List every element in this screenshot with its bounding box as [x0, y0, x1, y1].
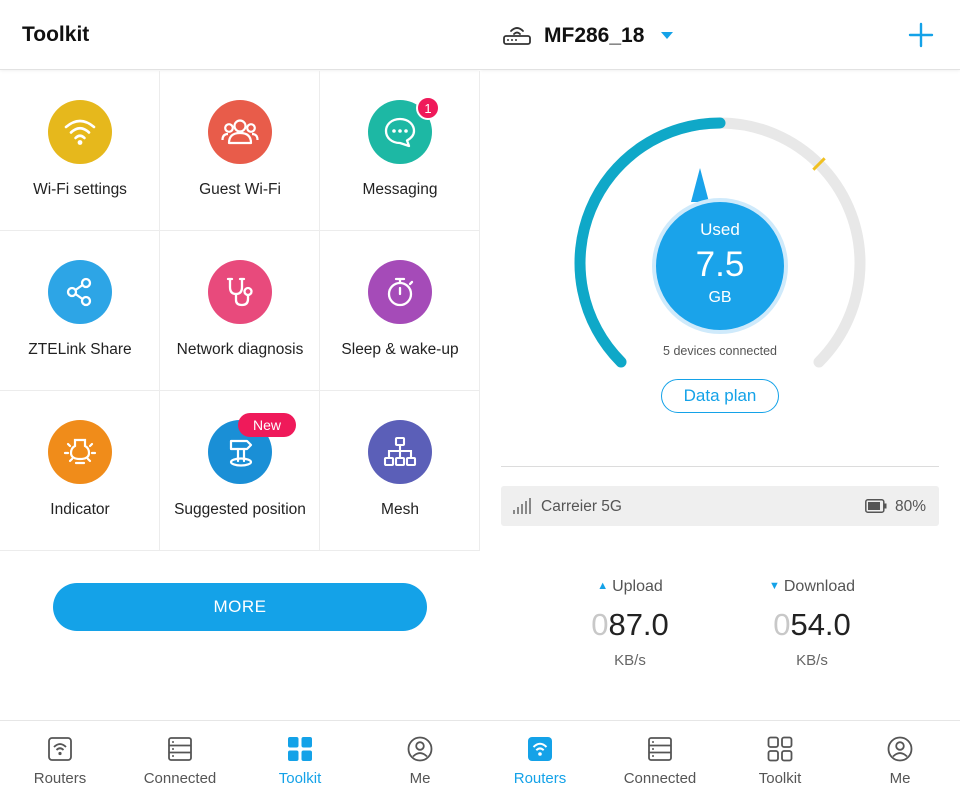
- unread-badge: 1: [416, 96, 440, 120]
- grid-icon: [767, 736, 793, 762]
- tool-mesh[interactable]: Mesh: [320, 391, 480, 551]
- tab-connected[interactable]: Connected: [600, 721, 720, 800]
- gauge-pointer: [691, 168, 709, 202]
- tool-ztelink-share[interactable]: ZTELink Share: [0, 231, 160, 391]
- bottom-tab-bar: Routers Connected Toolkit Me: [0, 720, 480, 800]
- tab-label: Toolkit: [758, 770, 802, 787]
- stopwatch-icon: [368, 260, 432, 324]
- download-label: Download: [783, 578, 856, 595]
- upload-leading-digit: 0: [591, 607, 609, 642]
- tool-label: Messaging: [362, 181, 438, 198]
- grid-icon: [288, 737, 312, 761]
- download-unit: KB/s: [796, 652, 828, 669]
- data-plan-button[interactable]: Data plan: [661, 379, 779, 413]
- user-icon: [887, 736, 913, 762]
- share-icon: [48, 260, 112, 324]
- devices-connected-text[interactable]: 5 devices connected: [480, 344, 960, 358]
- tool-label: Mesh: [381, 501, 419, 518]
- stethoscope-icon: [208, 260, 272, 324]
- toolkit-panel: Toolkit Wi-Fi settings Guest Wi-Fi 1 Mes…: [0, 0, 480, 800]
- tool-messaging[interactable]: 1 Messaging: [320, 71, 480, 231]
- plus-icon[interactable]: [908, 22, 934, 48]
- router-panel: MF286_18 Used 7.5 GB 5 devices connected…: [480, 0, 960, 800]
- more-button[interactable]: MORE: [53, 583, 427, 631]
- upload-unit: KB/s: [614, 652, 646, 669]
- upload-label: Upload: [612, 578, 663, 595]
- chevron-down-icon[interactable]: [661, 32, 673, 39]
- carrier-name: Carreier 5G: [541, 498, 622, 515]
- tool-label: Wi-Fi settings: [33, 181, 127, 198]
- guest-users-icon: [208, 100, 272, 164]
- tool-network-diagnosis[interactable]: Network diagnosis: [160, 231, 320, 391]
- tool-label: ZTELink Share: [28, 341, 132, 358]
- divider: [501, 466, 939, 467]
- upload-arrow-icon: ▲: [597, 580, 609, 592]
- router-header: MF286_18: [480, 0, 960, 70]
- upload-value: 87.0: [608, 607, 669, 642]
- used-label: Used: [700, 220, 740, 239]
- tool-wifi-settings[interactable]: Wi-Fi settings: [0, 71, 160, 231]
- tool-sleep-wake[interactable]: Sleep & wake-up: [320, 231, 480, 391]
- tool-label: Sleep & wake-up: [341, 341, 459, 358]
- tab-label: Connected: [623, 770, 697, 787]
- wifi-icon: [48, 100, 112, 164]
- tool-guest-wifi[interactable]: Guest Wi-Fi: [160, 71, 320, 231]
- user-icon: [407, 736, 433, 762]
- tool-label: Suggested position: [174, 501, 306, 518]
- tab-me[interactable]: Me: [360, 721, 480, 800]
- tab-me[interactable]: Me: [840, 721, 960, 800]
- tab-toolkit[interactable]: Toolkit: [240, 721, 360, 800]
- device-list-icon: [168, 737, 192, 761]
- tab-label: Toolkit: [278, 770, 322, 787]
- tool-label: Guest Wi-Fi: [199, 181, 281, 198]
- used-unit: GB: [708, 289, 732, 306]
- tab-label: Routers: [33, 770, 87, 787]
- router-wifi-icon: [48, 737, 72, 761]
- page-title: Toolkit: [22, 23, 90, 46]
- tool-label: Indicator: [50, 501, 110, 518]
- battery-icon: [865, 499, 887, 513]
- tool-indicator[interactable]: Indicator: [0, 391, 160, 551]
- signal-bars-icon: [513, 498, 531, 514]
- router-wifi-icon: [528, 737, 552, 761]
- carrier-status-bar: Carreier 5G 80%: [501, 486, 939, 526]
- download-value: 54.0: [790, 607, 851, 642]
- battery-percent: 80%: [895, 498, 927, 515]
- device-list-icon: [648, 737, 672, 761]
- mesh-network-icon: [368, 420, 432, 484]
- tool-suggested-position[interactable]: New Suggested position: [160, 391, 320, 551]
- tool-label: Network diagnosis: [176, 341, 304, 358]
- toolkit-header: Toolkit: [0, 0, 480, 70]
- router-name[interactable]: MF286_18: [544, 24, 644, 48]
- new-badge: New: [238, 413, 296, 437]
- tab-routers[interactable]: Routers: [0, 721, 120, 800]
- tool-grid: Wi-Fi settings Guest Wi-Fi 1 Messaging Z…: [0, 71, 480, 551]
- tab-label: Me: [889, 770, 911, 787]
- tab-toolkit[interactable]: Toolkit: [720, 721, 840, 800]
- lightbulb-icon: [48, 420, 112, 484]
- bottom-tab-bar: Routers Connected Toolkit Me: [480, 720, 960, 800]
- download-leading-digit: 0: [773, 607, 791, 642]
- tab-label: Me: [409, 770, 431, 787]
- tab-connected[interactable]: Connected: [120, 721, 240, 800]
- download-arrow-icon: ▼: [768, 580, 780, 592]
- tab-routers[interactable]: Routers: [480, 721, 600, 800]
- router-icon: [503, 27, 531, 45]
- tab-label: Connected: [143, 770, 217, 787]
- used-value: 7.5: [695, 245, 745, 284]
- tab-label: Routers: [513, 770, 567, 787]
